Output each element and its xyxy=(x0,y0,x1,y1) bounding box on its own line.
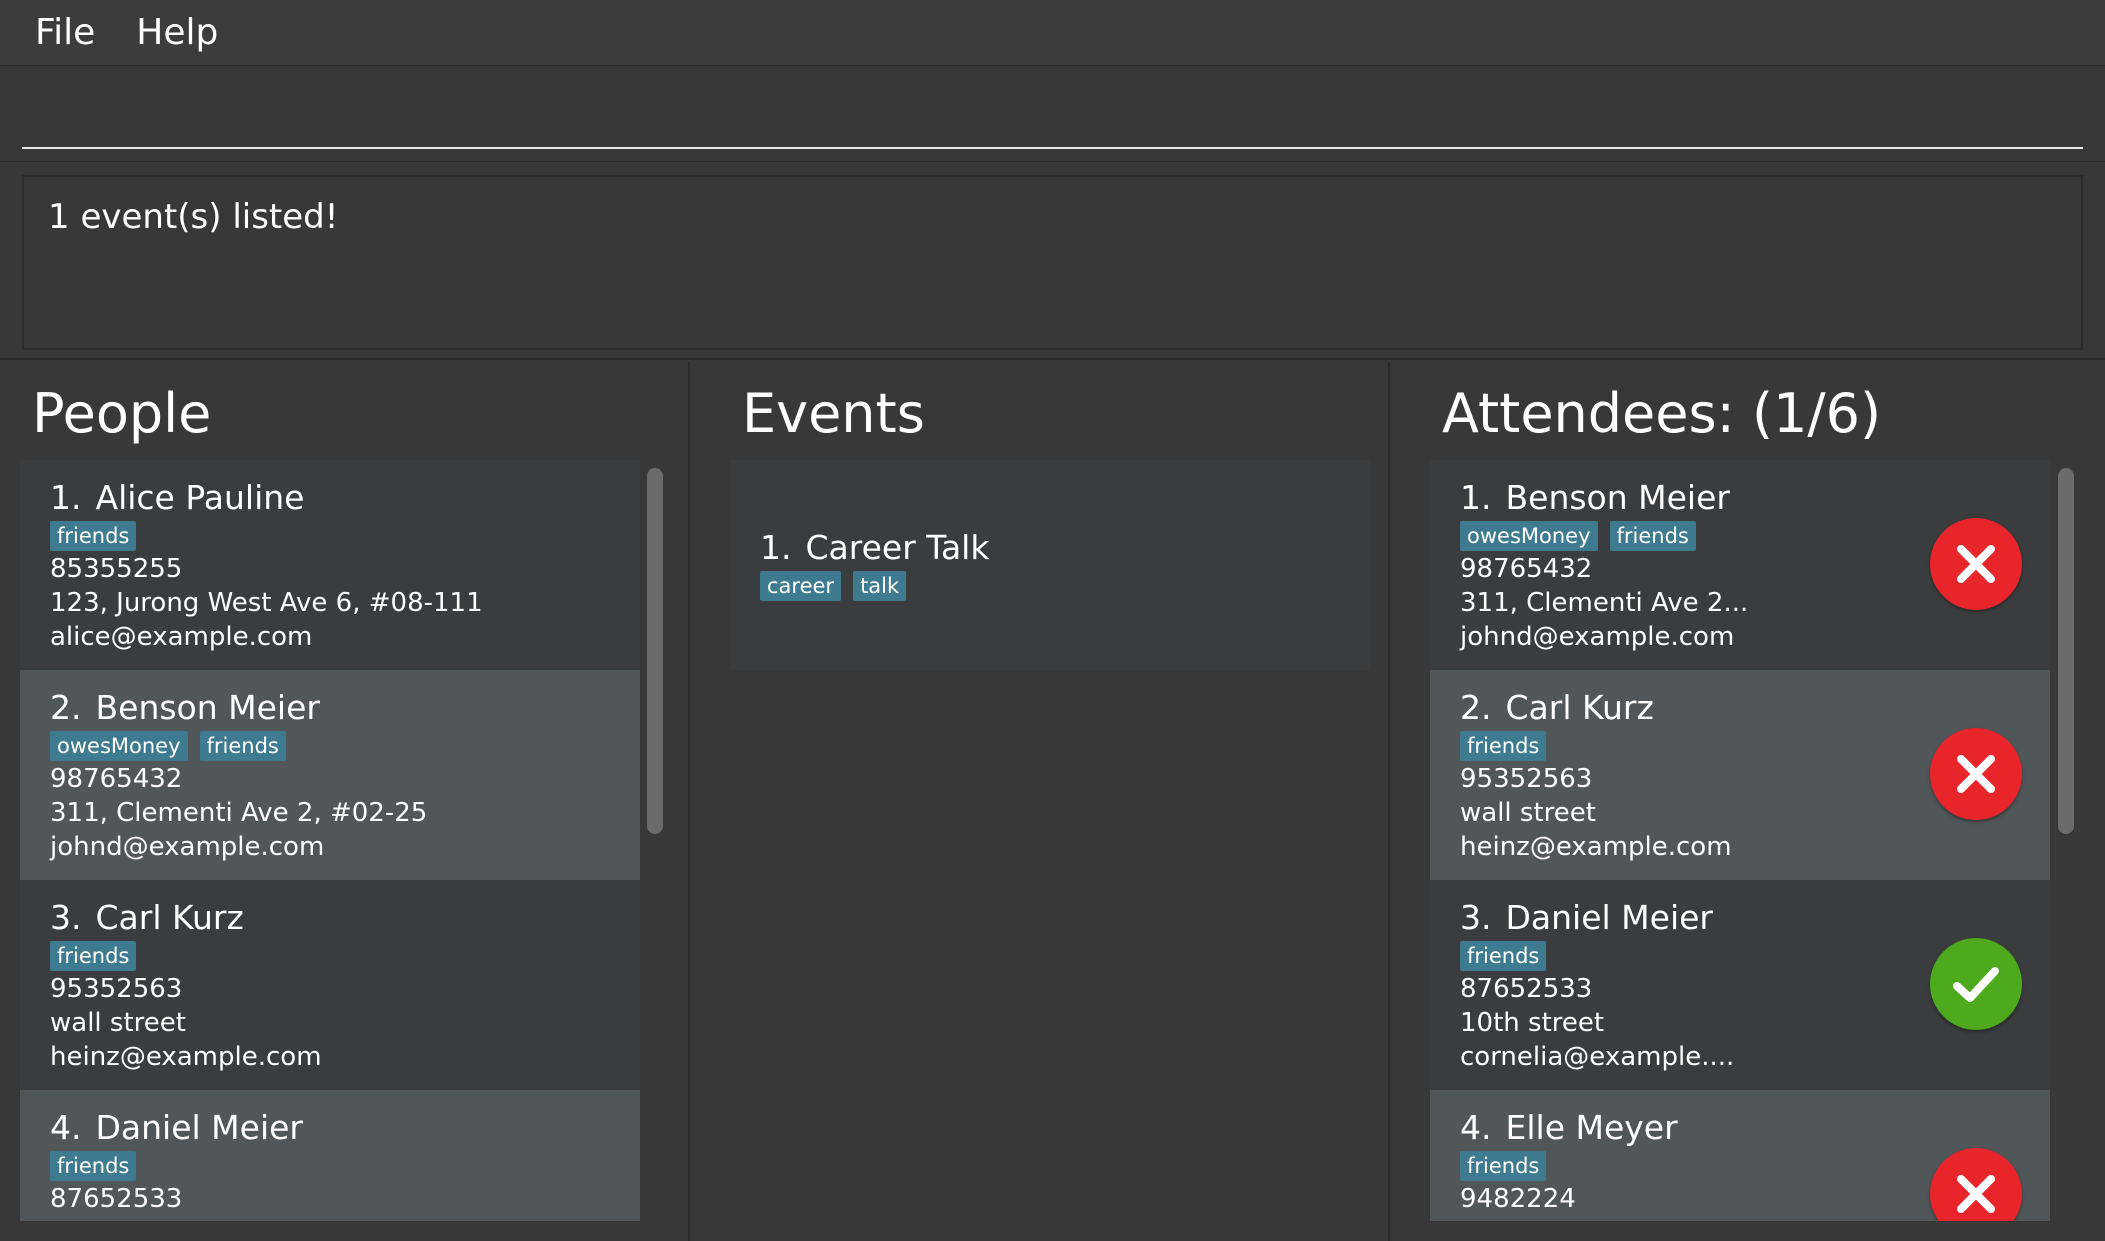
person-address: 311, Clementi Ave 2, #02-25 xyxy=(50,798,428,828)
person-index: 2. xyxy=(1460,688,1492,727)
person-name-row: 2. Benson Meier xyxy=(50,688,610,728)
person-card[interactable]: 4. Elle Meyer friends 9482224 xyxy=(1430,1090,2050,1221)
tag-badge: friends xyxy=(1460,941,1547,971)
close-icon xyxy=(1957,755,1995,793)
person-phone: 95352563 xyxy=(50,974,183,1004)
person-card[interactable]: 1. Benson Meier owesMoney friends 98765432 31… xyxy=(1430,460,2050,670)
attendees-panel: Attendees: (1/6) 1. Benson Meier owesMoney… xyxy=(1392,362,2105,1241)
person-name-row: 1. Benson Meier xyxy=(1460,478,2020,518)
person-name-row: 2. Carl Kurz xyxy=(1460,688,2020,728)
person-name: Carl Kurz xyxy=(95,898,244,937)
person-address: 311, Clementi Ave 2... xyxy=(1460,588,1749,618)
tag-badge: career xyxy=(760,571,842,601)
tag-badge: talk xyxy=(853,571,907,601)
person-card[interactable]: 3. Carl Kurz friends 95352563 wall street hei… xyxy=(20,880,640,1090)
command-input[interactable] xyxy=(22,66,2083,149)
person-index: 2. xyxy=(50,688,82,727)
person-address: 123, Jurong West Ave 6, #08-111 xyxy=(50,588,483,618)
person-name: Carl Kurz xyxy=(1505,688,1654,727)
person-card[interactable]: 3. Daniel Meier friends 87652533 10th street… xyxy=(1430,880,2050,1090)
person-email: heinz@example.com xyxy=(50,1042,322,1072)
person-address: wall street xyxy=(1460,798,1596,828)
person-name-row: 3. Daniel Meier xyxy=(1460,898,2020,938)
events-panel: Events 1. Career Talk career talk xyxy=(692,362,1390,1241)
tag-badge: friends xyxy=(1460,1151,1547,1181)
attendees-list[interactable]: 1. Benson Meier owesMoney friends 98765432 31… xyxy=(1430,460,2050,1221)
person-name: Alice Pauline xyxy=(95,478,305,517)
people-panel: People 1. Alice Pauline friends 85355255 123… xyxy=(0,362,690,1241)
attendance-absent-button[interactable] xyxy=(1930,518,2022,610)
person-phone: 87652533 xyxy=(50,1184,183,1214)
tag-list: friends xyxy=(50,520,610,552)
person-email: johnd@example.com xyxy=(50,832,325,862)
person-name: Benson Meier xyxy=(1505,478,1730,517)
person-email: johnd@example.com xyxy=(1460,622,1735,652)
people-scrollbar[interactable] xyxy=(647,468,663,834)
person-name: Elle Meyer xyxy=(1505,1108,1678,1147)
person-phone: 85355255 xyxy=(50,554,183,584)
events-title: Events xyxy=(742,382,925,445)
person-index: 4. xyxy=(1460,1108,1492,1147)
attendees-scrollbar[interactable] xyxy=(2058,468,2074,834)
menu-help[interactable]: Help xyxy=(136,0,218,66)
tag-badge: friends xyxy=(1609,521,1696,551)
person-email: heinz@example.com xyxy=(1460,832,1732,862)
tag-badge: owesMoney xyxy=(1460,521,1598,551)
person-index: 3. xyxy=(1460,898,1492,937)
events-list[interactable]: 1. Career Talk career talk xyxy=(730,460,1370,1221)
person-name: Benson Meier xyxy=(95,688,320,727)
person-address: 10th street xyxy=(1460,1008,1605,1038)
tag-list: friends xyxy=(50,940,610,972)
person-name: Daniel Meier xyxy=(95,1108,304,1147)
tag-badge: friends xyxy=(50,941,137,971)
person-name-row: 3. Carl Kurz xyxy=(50,898,610,938)
attendance-present-button[interactable] xyxy=(1930,938,2022,1030)
result-display: 1 event(s) listed! xyxy=(0,162,2105,360)
person-card[interactable]: 4. Daniel Meier friends 87652533 xyxy=(20,1090,640,1221)
person-email: cornelia@example.... xyxy=(1460,1042,1735,1072)
event-name-row: 1. Career Talk xyxy=(760,528,1340,568)
person-phone: 98765432 xyxy=(50,764,183,794)
person-index: 1. xyxy=(50,478,82,517)
event-name: Career Talk xyxy=(805,528,990,567)
person-email: alice@example.com xyxy=(50,622,313,652)
event-index: 1. xyxy=(760,528,792,567)
person-index: 1. xyxy=(1460,478,1492,517)
person-name-row: 4. Elle Meyer xyxy=(1460,1108,2020,1148)
tag-badge: friends xyxy=(50,521,137,551)
result-text: 1 event(s) listed! xyxy=(22,175,2083,350)
menu-file[interactable]: File xyxy=(35,0,95,66)
person-name-row: 1. Alice Pauline xyxy=(50,478,610,518)
close-icon xyxy=(1957,545,1995,583)
tag-badge: friends xyxy=(1460,731,1547,761)
tag-badge: friends xyxy=(50,1151,137,1181)
people-list[interactable]: 1. Alice Pauline friends 85355255 123, Juron… xyxy=(20,460,640,1221)
tag-list: friends xyxy=(50,1150,610,1182)
attendance-absent-button[interactable] xyxy=(1930,728,2022,820)
person-card[interactable]: 2. Carl Kurz friends 95352563 wall street hei… xyxy=(1430,670,2050,880)
person-index: 3. xyxy=(50,898,82,937)
tag-badge: friends xyxy=(199,731,286,761)
menu-bar: File Help xyxy=(0,0,2105,66)
tag-badge: owesMoney xyxy=(50,731,188,761)
people-title: People xyxy=(32,382,212,445)
person-card[interactable]: 2. Benson Meier owesMoney friends 98765432 31… xyxy=(20,670,640,880)
attendees-title: Attendees: (1/6) xyxy=(1442,382,1882,445)
event-card[interactable]: 1. Career Talk career talk xyxy=(730,460,1370,670)
check-icon xyxy=(1953,967,1999,1002)
person-index: 4. xyxy=(50,1108,82,1147)
command-box xyxy=(0,66,2105,162)
tag-list: career talk xyxy=(760,570,1340,602)
person-name: Daniel Meier xyxy=(1505,898,1714,937)
person-name-row: 4. Daniel Meier xyxy=(50,1108,610,1148)
tag-list: owesMoney friends xyxy=(50,730,610,762)
person-address: wall street xyxy=(50,1008,186,1038)
person-card[interactable]: 1. Alice Pauline friends 85355255 123, Juron… xyxy=(20,460,640,670)
close-icon xyxy=(1957,1175,1995,1213)
